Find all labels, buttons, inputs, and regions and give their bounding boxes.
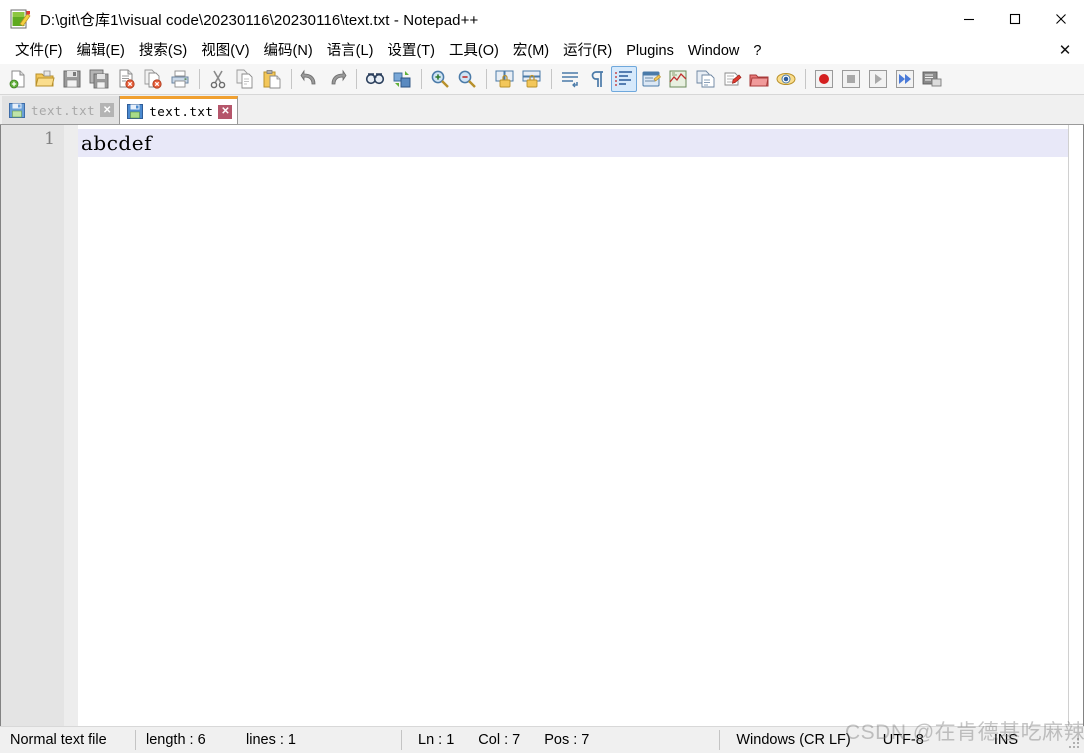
menu-settings[interactable]: 设置(T) (380, 39, 442, 63)
document-tab-inactive[interactable]: text.txt ✕ (2, 96, 121, 124)
notepad-plus-plus-icon (9, 8, 31, 30)
zoom-in-icon[interactable] (427, 66, 453, 92)
open-file-icon[interactable] (32, 66, 58, 92)
tab-label: text.txt (149, 104, 214, 119)
play-macro-icon[interactable] (865, 66, 891, 92)
menu-bar: 文件(F) 编辑(E) 搜索(S) 视图(V) 编码(N) 语言(L) 设置(T… (0, 38, 1084, 64)
status-col: Col : 7 (478, 732, 521, 748)
save-icon[interactable] (59, 66, 85, 92)
status-length: length : 6 (146, 732, 206, 748)
copy-icon[interactable] (232, 66, 258, 92)
document-tab-active[interactable]: text.txt ✕ (120, 96, 239, 124)
menu-tools[interactable]: 工具(O) (442, 39, 506, 63)
menu-plugins[interactable]: Plugins (619, 39, 681, 63)
maximize-button[interactable] (992, 0, 1038, 38)
tab-close-icon[interactable]: ✕ (218, 104, 233, 119)
sync-vertical-scroll-icon[interactable] (492, 66, 518, 92)
vertical-scrollbar[interactable] (1068, 125, 1083, 726)
status-encoding: UTF-8 (882, 732, 924, 748)
document-map-icon[interactable] (665, 66, 691, 92)
status-pos: Pos : 7 (544, 732, 590, 748)
stop-recording-icon[interactable] (838, 66, 864, 92)
undo-icon[interactable] (297, 66, 323, 92)
monitoring-icon[interactable] (746, 66, 772, 92)
toolbar-separator (291, 69, 292, 89)
menu-encoding[interactable]: 编码(N) (257, 39, 320, 63)
minimize-button[interactable] (946, 0, 992, 38)
cut-icon[interactable] (205, 66, 231, 92)
status-ln: Ln : 1 (418, 732, 455, 748)
status-bar: Normal text file length : 6 lines : 1 Ln… (0, 726, 1084, 753)
editor-area[interactable]: 1 abcdef (0, 125, 1084, 726)
close-document-icon[interactable]: ✕ (1056, 41, 1074, 59)
document-preview-icon[interactable] (773, 66, 799, 92)
menu-help[interactable]: ? (746, 39, 768, 63)
line-number-gutter: 1 (1, 125, 64, 726)
run-macro-multiple-icon[interactable] (892, 66, 918, 92)
replace-icon[interactable] (389, 66, 415, 92)
find-icon[interactable] (362, 66, 388, 92)
status-file-type: Normal text file (10, 732, 107, 748)
folder-as-workspace-icon[interactable] (719, 66, 745, 92)
close-all-files-icon[interactable] (140, 66, 166, 92)
resize-grip-icon[interactable] (1069, 738, 1081, 750)
function-list-icon[interactable] (692, 66, 718, 92)
show-indent-guide-icon[interactable] (611, 66, 637, 92)
window-controls (946, 0, 1084, 38)
run-icon[interactable] (919, 66, 945, 92)
user-defined-dialog-icon[interactable] (638, 66, 664, 92)
toolbar-separator (486, 69, 487, 89)
notepad-plus-plus-window: D:\git\仓库1\visual code\20230116\20230116… (0, 0, 1084, 753)
fold-margin[interactable] (64, 125, 78, 726)
redo-icon[interactable] (324, 66, 350, 92)
document-tab-bar: text.txt ✕ text.txt ✕ (0, 95, 1084, 125)
menu-view[interactable]: 视图(V) (194, 39, 256, 63)
tab-label: text.txt (31, 102, 96, 118)
saved-file-icon (9, 102, 25, 118)
toolbar-separator (199, 69, 200, 89)
toolbar-separator (551, 69, 552, 89)
status-eol: Windows (CR LF) (736, 732, 851, 748)
status-insert-mode: INS (993, 732, 1019, 748)
toolbar-separator (356, 69, 357, 89)
code-line[interactable]: abcdef (78, 129, 1068, 157)
close-file-icon[interactable] (113, 66, 139, 92)
menu-file[interactable]: 文件(F) (8, 39, 70, 63)
saved-file-icon (127, 104, 144, 119)
show-all-characters-icon[interactable] (584, 66, 610, 92)
code-content[interactable]: abcdef (78, 125, 1068, 726)
new-file-icon[interactable] (5, 66, 31, 92)
menu-edit[interactable]: 编辑(E) (70, 39, 132, 63)
toolbar-separator (421, 69, 422, 89)
toolbar (0, 64, 1084, 95)
paste-icon[interactable] (259, 66, 285, 92)
sync-horizontal-scroll-icon[interactable] (519, 66, 545, 92)
status-lines: lines : 1 (246, 732, 296, 748)
menu-window[interactable]: Window (681, 39, 747, 63)
title-bar: D:\git\仓库1\visual code\20230116\20230116… (0, 0, 1084, 38)
word-wrap-icon[interactable] (557, 66, 583, 92)
menu-macro[interactable]: 宏(M) (506, 39, 556, 63)
close-window-button[interactable] (1038, 0, 1084, 38)
save-all-icon[interactable] (86, 66, 112, 92)
menu-language[interactable]: 语言(L) (320, 39, 381, 63)
line-number: 1 (44, 129, 55, 149)
window-title: D:\git\仓库1\visual code\20230116\20230116… (40, 11, 479, 29)
toolbar-separator (805, 69, 806, 89)
menu-search[interactable]: 搜索(S) (132, 39, 194, 63)
print-icon[interactable] (167, 66, 193, 92)
menu-run[interactable]: 运行(R) (556, 39, 619, 63)
record-macro-icon[interactable] (811, 66, 837, 92)
zoom-out-icon[interactable] (454, 66, 480, 92)
tab-close-icon[interactable]: ✕ (100, 103, 115, 117)
